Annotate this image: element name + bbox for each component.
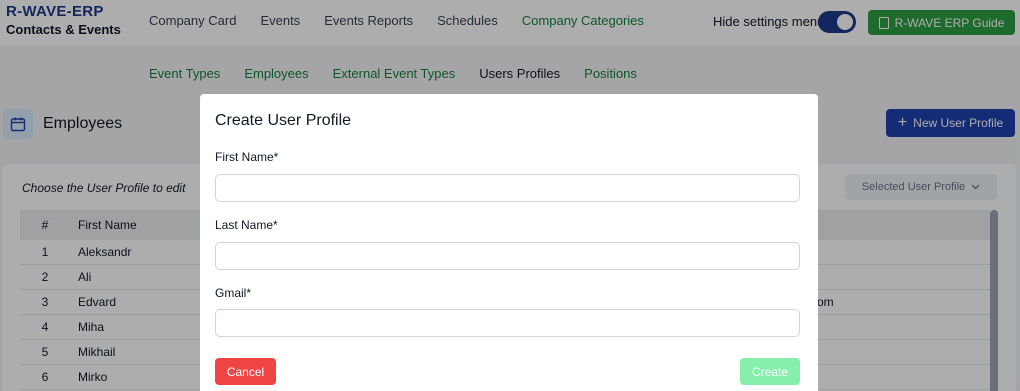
first-name-label: First Name* [215,150,279,164]
last-name-label: Last Name* [215,218,278,232]
cancel-button[interactable]: Cancel [215,358,276,385]
modal-title: Create User Profile [215,112,352,129]
create-button[interactable]: Create [740,358,800,385]
first-name-input[interactable] [215,174,800,202]
gmail-label: Gmail* [215,286,252,300]
last-name-input[interactable] [215,242,800,270]
gmail-input[interactable] [215,309,800,337]
create-user-profile-modal: Create User Profile First Name* Last Nam… [200,94,818,391]
